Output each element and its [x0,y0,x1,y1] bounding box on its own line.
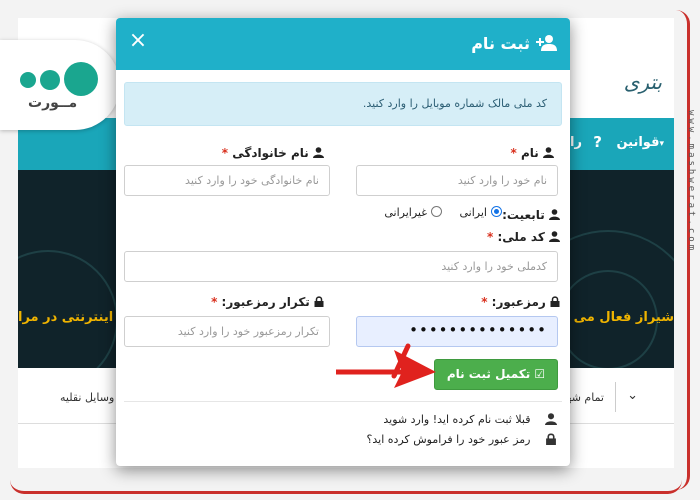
first-name-label: نام * [511,146,554,160]
national-code-input[interactable]: کدملی خود را وارد کنید [124,251,558,282]
info-alert: کد ملی مالک شماره موبایل را وارد کنید. [124,82,562,126]
modal-title: ثبت نام [471,34,530,53]
close-button[interactable]: × [128,29,148,53]
user-icon [549,231,560,242]
logo-dot [20,72,36,88]
last-name-input[interactable]: نام خانوادگی خود را وارد کنید [124,165,330,196]
lock-icon [550,296,560,307]
lock-icon [314,296,324,307]
forgot-password-link[interactable]: رمز عبور خود را فراموش کرده اید؟ [367,433,558,446]
radio-non-iranian[interactable]: غیرایرانی [384,206,442,224]
tab-vehicles[interactable]: وسایل نقلیه [60,391,114,404]
last-name-label: نام خانوادگی * [222,146,324,160]
divider [124,401,562,402]
required-mark: * [481,295,488,309]
national-code-label: کد ملی: * [487,230,560,244]
add-user-icon [536,35,557,51]
complete-registration-button[interactable]: ☑ تکمیل ثبت نام [434,359,558,390]
watermark: www.mashwerat.com [686,110,696,254]
login-link-text: قبلا ثبت نام کرده اید! وارد شوید [383,413,531,426]
password-label: رمزعبور: * [481,295,560,309]
user-icon [543,147,554,158]
last-name-label-text: نام خانوادگی [232,146,309,160]
forgot-password-link-text: رمز عبور خود را فراموش کرده اید؟ [366,433,531,446]
check-square-icon: ☑ [534,367,546,381]
first-name-input[interactable]: نام خود را وارد کنید [356,165,558,196]
complete-registration-label: تکمیل ثبت نام [446,367,531,381]
password-repeat-input[interactable]: تکرار رمزعبور خود را وارد کنید [124,316,330,347]
required-mark: * [211,295,218,309]
national-code-label-text: کد ملی: [497,230,545,244]
radio-iranian[interactable]: ایرانی [460,206,502,224]
first-name-label-text: نام [521,146,539,160]
user-icon [549,209,560,220]
radio-iranian-label: ایرانی [459,206,487,219]
chevron-down-icon[interactable]: ⌄ [627,388,638,403]
logo: مــورت [0,40,120,130]
nav-item-rules[interactable]: قوانین▾ [616,135,664,150]
lock-icon [546,433,556,445]
help-icon: ? [593,133,602,151]
user-icon [313,147,324,158]
ticker-text-right: ۲ شیراز فعال می [561,310,674,325]
site-header-text: بتری [623,70,662,94]
info-alert-text: کد ملی مالک شماره موبایل را وارد کنید. [362,97,547,110]
logo-dot [64,62,98,96]
logo-dot [40,70,60,90]
required-mark: * [486,230,494,244]
password-label-text: رمزعبور: [491,295,546,309]
caret-down-icon: ▾ [659,139,664,149]
modal-header: ثبت نام × [116,18,570,70]
password-repeat-label-text: تکرار رمزعبور: [221,295,310,309]
nationality-radio-group: ایرانی غیرایرانی [302,206,502,226]
radio-iranian-control[interactable] [491,206,502,217]
nationality-label-text: تابعیت: [502,208,545,222]
user-icon [545,413,557,425]
required-mark: * [221,146,229,160]
login-link[interactable]: قبلا ثبت نام کرده اید! وارد شوید [383,413,558,426]
tab-divider [615,382,616,412]
password-repeat-label: تکرار رمزعبور: * [211,295,324,309]
radio-non-iranian-label: غیرایرانی [384,206,427,219]
nav-item-rules-label: قوانین [616,135,660,150]
logo-text: مــورت [28,95,78,111]
required-mark: * [510,146,517,160]
frame-accent-bottom [10,480,682,494]
annotation-arrow-icon [336,343,436,388]
registration-modal: ثبت نام × کد ملی مالک شماره موبایل را وا… [116,18,570,466]
radio-non-iranian-control[interactable] [431,206,442,217]
